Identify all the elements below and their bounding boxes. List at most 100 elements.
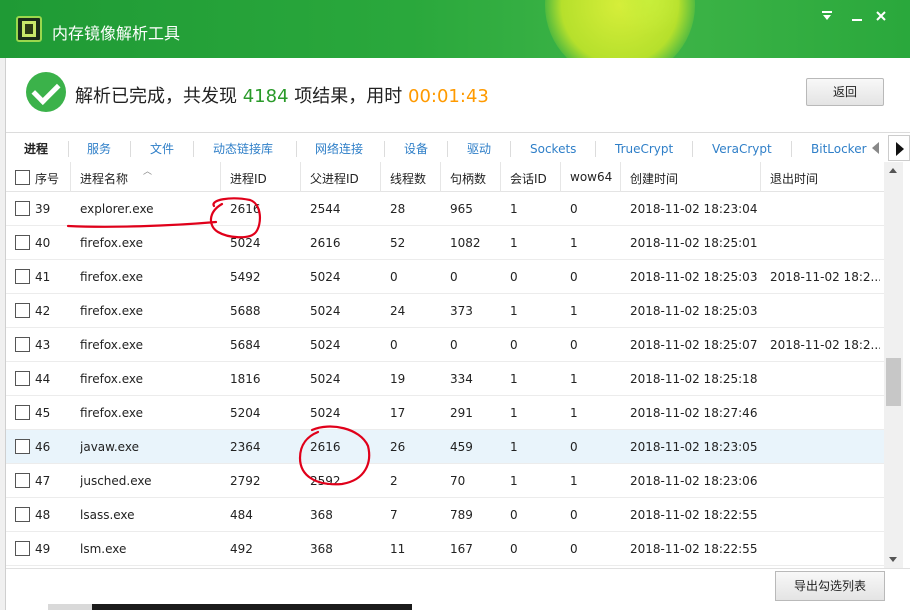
column-header[interactable]: 父进程ID xyxy=(310,170,359,187)
row-checkbox[interactable] xyxy=(15,235,30,250)
row-number: 48 xyxy=(35,508,51,522)
process-id: 484 xyxy=(230,508,253,522)
tab-drivers[interactable]: 驱动 xyxy=(467,141,491,157)
column-header[interactable]: 退出时间 xyxy=(770,170,818,187)
column-header[interactable]: 进程ID xyxy=(230,170,267,187)
table-row[interactable]: 43 firefox.exe 5684 5024 0 0 0 0 2018-11-02 18:2… xyxy=(6,328,884,362)
session-id: 1 xyxy=(510,372,518,386)
session-id: 0 xyxy=(510,542,518,556)
process-name: explorer.exe xyxy=(80,202,154,216)
handle-count: 459 xyxy=(450,440,473,454)
row-checkbox[interactable] xyxy=(15,507,30,522)
table-row[interactable]: 46 javaw.exe 2364 2616 26 459 1 0 2018-11-02 18:… xyxy=(6,430,884,464)
wow64-flag: 0 xyxy=(570,508,578,522)
tab-scroll-right-icon[interactable] xyxy=(888,135,910,161)
table-header: 序号 进程名称 ︿ 进程ID 父进程ID 线程数 句柄数 会话ID wow64 … xyxy=(6,162,884,192)
table-row[interactable]: 49 lsm.exe 492 368 11 167 0 0 2018-11-02 18:22:5… xyxy=(6,532,884,566)
select-all-checkbox[interactable] xyxy=(15,170,30,185)
parent-process-id: 5024 xyxy=(310,270,341,284)
process-name: lsm.exe xyxy=(80,542,127,556)
parent-process-id: 5024 xyxy=(310,338,341,352)
status-message: 解析已完成，共发现 4184 项结果，用时 00:01:43 xyxy=(75,82,489,108)
process-id: 5204 xyxy=(230,406,261,420)
row-checkbox[interactable] xyxy=(15,371,30,386)
export-checked-button[interactable]: 导出勾选列表 xyxy=(775,571,885,601)
tab-network[interactable]: 网络连接 xyxy=(315,141,363,157)
tab-bitlocker[interactable]: BitLocker xyxy=(811,141,867,157)
row-checkbox[interactable] xyxy=(15,473,30,488)
process-id: 2792 xyxy=(230,474,261,488)
row-number: 47 xyxy=(35,474,51,488)
column-header[interactable]: 进程名称 xyxy=(80,170,128,187)
close-icon[interactable] xyxy=(872,9,890,25)
table-row[interactable]: 48 lsass.exe 484 368 7 789 0 0 2018-11-02 18:22:… xyxy=(6,498,884,532)
tab-truecrypt[interactable]: TrueCrypt xyxy=(615,141,673,157)
column-header[interactable]: 创建时间 xyxy=(630,170,678,187)
column-header[interactable]: 会话ID xyxy=(510,170,547,187)
minimize-icon[interactable] xyxy=(818,9,836,25)
row-checkbox[interactable] xyxy=(15,439,30,454)
wow64-flag: 1 xyxy=(570,304,578,318)
table-row[interactable]: 42 firefox.exe 5688 5024 24 373 1 1 2018-11-02 1… xyxy=(6,294,884,328)
tab-devices[interactable]: 设备 xyxy=(404,141,428,157)
process-name: firefox.exe xyxy=(80,406,144,420)
column-header[interactable]: 句柄数 xyxy=(450,170,486,187)
create-time: 2018-11-02 18:22:55 xyxy=(630,542,758,556)
column-header[interactable]: wow64 xyxy=(570,170,612,184)
tab-sockets[interactable]: Sockets xyxy=(530,141,576,157)
row-checkbox[interactable] xyxy=(15,337,30,352)
row-number: 45 xyxy=(35,406,51,420)
column-header[interactable]: 线程数 xyxy=(390,170,426,187)
tab-veracrypt[interactable]: VeraCrypt xyxy=(712,141,772,157)
wow64-flag: 0 xyxy=(570,338,578,352)
minimize-button[interactable] xyxy=(848,9,866,25)
app-logo-icon xyxy=(16,16,42,42)
session-id: 1 xyxy=(510,304,518,318)
back-button[interactable]: 返回 xyxy=(806,78,884,106)
create-time: 2018-11-02 18:25:03 xyxy=(630,304,758,318)
table-body: 39 explorer.exe 2616 2544 28 965 1 0 2018-11-02 … xyxy=(6,192,884,568)
vertical-scrollbar[interactable] xyxy=(884,162,903,568)
thread-count: 7 xyxy=(390,508,398,522)
table-row[interactable]: 39 explorer.exe 2616 2544 28 965 1 0 2018-11-02 … xyxy=(6,192,884,226)
parent-process-id: 2616 xyxy=(310,236,341,250)
scroll-up-icon[interactable] xyxy=(884,162,903,179)
thread-count: 11 xyxy=(390,542,406,556)
tab-services[interactable]: 服务 xyxy=(87,141,111,157)
thread-count: 17 xyxy=(390,406,406,420)
table-row[interactable]: 45 firefox.exe 5204 5024 17 291 1 1 2018-11-02 1… xyxy=(6,396,884,430)
row-number: 39 xyxy=(35,202,51,216)
tab-dlls[interactable]: 动态链接库 xyxy=(213,141,273,157)
row-checkbox[interactable] xyxy=(15,303,30,318)
tab-files[interactable]: 文件 xyxy=(150,141,174,157)
sort-ascending-icon: ︿ xyxy=(143,167,153,177)
row-checkbox[interactable] xyxy=(15,405,30,420)
create-time: 2018-11-02 18:23:05 xyxy=(630,440,758,454)
row-checkbox[interactable] xyxy=(15,269,30,284)
scroll-down-icon[interactable] xyxy=(884,551,903,568)
row-checkbox[interactable] xyxy=(15,201,30,216)
thread-count: 26 xyxy=(390,440,406,454)
process-id: 5024 xyxy=(230,236,261,250)
status-middle: 项结果，用时 xyxy=(288,86,408,107)
create-time: 2018-11-02 18:22:55 xyxy=(630,508,758,522)
table-row[interactable]: 47 jusched.exe 2792 2592 2 70 1 1 2018-11-02 18:… xyxy=(6,464,884,498)
row-number: 46 xyxy=(35,440,51,454)
parent-process-id: 2592 xyxy=(310,474,341,488)
success-check-icon xyxy=(26,72,66,112)
handle-count: 373 xyxy=(450,304,473,318)
handle-count: 291 xyxy=(450,406,473,420)
table-row[interactable]: 40 firefox.exe 5024 2616 52 1082 1 1 2018-11-02 … xyxy=(6,226,884,260)
parent-process-id: 2544 xyxy=(310,202,341,216)
handle-count: 1082 xyxy=(450,236,481,250)
row-checkbox[interactable] xyxy=(15,541,30,556)
tab-processes[interactable]: 进程 xyxy=(24,141,48,157)
tab-scroll-left-icon[interactable] xyxy=(872,142,879,154)
table-row[interactable]: 41 firefox.exe 5492 5024 0 0 0 0 2018-11-02 18:2… xyxy=(6,260,884,294)
session-id: 1 xyxy=(510,202,518,216)
scrollbar-thumb[interactable] xyxy=(886,358,901,406)
table-row[interactable]: 44 firefox.exe 1816 5024 19 334 1 1 2018-11-02 1… xyxy=(6,362,884,396)
handle-count: 70 xyxy=(450,474,466,488)
wow64-flag: 0 xyxy=(570,270,578,284)
column-header[interactable]: 序号 xyxy=(35,170,59,187)
